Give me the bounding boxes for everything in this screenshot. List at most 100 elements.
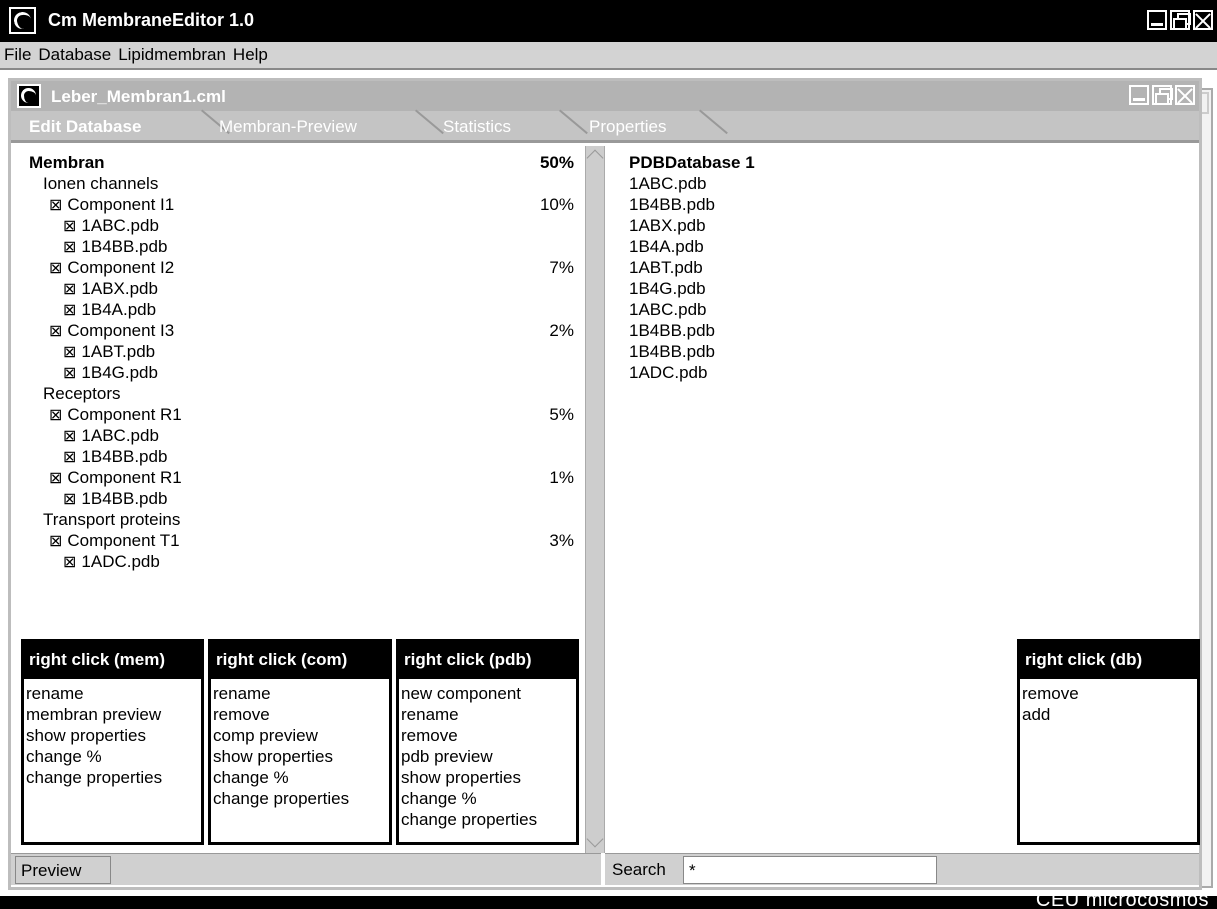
tree-row[interactable]: ⊠ 1B4G.pdb [29,362,574,383]
checkbox-icon[interactable]: ⊠ [63,237,76,258]
database-item[interactable]: 1B4BB.pdb [629,320,755,341]
document-icon[interactable] [17,84,41,108]
checkbox-icon[interactable]: ⊠ [63,342,76,363]
tree-row[interactable]: ⊠ Component I2 7% [29,257,574,278]
scroll-up-icon[interactable] [586,149,604,167]
minimize-icon[interactable] [1147,10,1167,30]
tree-row[interactable]: Ionen channels [29,173,574,194]
checkbox-icon[interactable]: ⊠ [63,447,76,468]
database-item[interactable]: 1ADC.pdb [629,362,755,383]
tree-row-label: 1B4G.pdb [81,363,158,382]
checkbox-icon[interactable]: ⊠ [49,468,62,489]
context-menu-item[interactable]: rename [213,683,387,704]
app-icon[interactable] [9,7,36,34]
checkbox-icon[interactable]: ⊠ [63,552,76,573]
menu-help[interactable]: Help [233,45,268,65]
database-item[interactable]: 1ABX.pdb [629,215,755,236]
context-menu-item[interactable]: change properties [401,809,574,830]
tree-row[interactable]: Membran 50% [29,152,574,173]
tree-row[interactable]: Transport proteins [29,509,574,530]
context-menu-item[interactable]: rename [401,704,574,725]
tree-row[interactable]: ⊠ 1ABT.pdb [29,341,574,362]
tree-row[interactable]: ⊠ Component R1 5% [29,404,574,425]
tree-row[interactable]: ⊠ 1B4BB.pdb [29,488,574,509]
tree-row[interactable]: ⊠ 1ADC.pdb [29,551,574,572]
database-title[interactable]: PDBDatabase 1 [629,152,755,173]
tab-bar: Edit Database Membran-Preview Statistics… [11,109,1199,143]
context-menu-items: remove add [1020,679,1197,725]
search-label: Search [612,860,666,879]
database-item[interactable]: 1ABC.pdb [629,299,755,320]
tree-row[interactable]: ⊠ 1B4BB.pdb [29,236,574,257]
checkbox-icon[interactable]: ⊠ [49,321,62,342]
tree-row[interactable]: ⊠ Component I1 10% [29,194,574,215]
tree-row[interactable]: ⊠ 1ABC.pdb [29,425,574,446]
tree-row[interactable]: ⊠ 1B4A.pdb [29,299,574,320]
context-menu-item[interactable]: show properties [401,767,574,788]
database-item[interactable]: 1B4G.pdb [629,278,755,299]
database-item[interactable]: 1B4BB.pdb [629,194,755,215]
maximize-icon[interactable] [1170,10,1191,30]
preview-button[interactable]: Preview [15,856,111,884]
checkbox-icon[interactable]: ⊠ [63,279,76,300]
checkbox-icon[interactable]: ⊠ [63,216,76,237]
context-menu-item[interactable]: new component [401,683,574,704]
tree-row[interactable]: ⊠ 1ABX.pdb [29,278,574,299]
context-menu-item[interactable]: change % [213,767,387,788]
checkbox-icon[interactable]: ⊠ [49,258,62,279]
context-menu-item[interactable]: change properties [213,788,387,809]
context-menu-item[interactable]: add [1022,704,1195,725]
context-menu-title: right click (com) [211,642,389,679]
tree-row-label: 1ADC.pdb [81,552,160,571]
tree-row-label: 1ABT.pdb [81,342,156,361]
tree-row[interactable]: ⊠ Component I3 2% [29,320,574,341]
tab-edit-database[interactable]: Edit Database [29,113,141,141]
tree-row[interactable]: Receptors [29,383,574,404]
tree-row-label: Transport proteins [43,510,181,529]
membrane-tree: Membran 50% Ionen channels ⊠ Component I1 10%… [29,152,574,572]
checkbox-icon[interactable]: ⊠ [63,300,76,321]
tree-row[interactable]: ⊠ Component R1 1% [29,467,574,488]
scroll-down-icon[interactable] [586,830,604,848]
tab-membran-preview[interactable]: Membran-Preview [219,113,357,141]
database-items: 1ABC.pdb 1B4BB.pdb 1ABX.pdb 1B4A.pdb 1ABT.pd… [629,173,755,383]
close-icon[interactable] [1193,10,1213,30]
context-menu-item[interactable]: change % [26,746,199,767]
tab-statistics[interactable]: Statistics [443,113,511,141]
context-menu-item[interactable]: membran preview [26,704,199,725]
context-menu-item[interactable]: show properties [26,725,199,746]
menu-database[interactable]: Database [38,45,111,65]
context-menu-item[interactable]: comp preview [213,725,387,746]
context-menu-item[interactable]: change properties [26,767,199,788]
vertical-scrollbar[interactable] [585,146,605,853]
checkbox-icon[interactable]: ⊠ [63,363,76,384]
context-menu-item[interactable]: pdb preview [401,746,574,767]
checkbox-icon[interactable]: ⊠ [63,489,76,510]
menu-file[interactable]: File [4,45,31,65]
close-icon[interactable] [1175,85,1195,105]
checkbox-icon[interactable]: ⊠ [49,531,62,552]
context-menu-item[interactable]: remove [401,725,574,746]
checkbox-icon[interactable]: ⊠ [49,195,62,216]
maximize-icon[interactable] [1152,85,1173,105]
tree-row[interactable]: ⊠ 1ABC.pdb [29,215,574,236]
database-item[interactable]: 1ABC.pdb [629,173,755,194]
context-menu-item[interactable]: remove [213,704,387,725]
app-titlebar: Cm MembraneEditor 1.0 [0,0,1217,42]
database-item[interactable]: 1B4BB.pdb [629,341,755,362]
search-input[interactable]: * [683,856,937,884]
tree-row[interactable]: ⊠ 1B4BB.pdb [29,446,574,467]
tab-properties[interactable]: Properties [589,113,666,141]
context-menu-item[interactable]: change % [401,788,574,809]
tree-row[interactable]: ⊠ Component T1 3% [29,530,574,551]
checkbox-icon[interactable]: ⊠ [63,426,76,447]
context-menu-item[interactable]: show properties [213,746,387,767]
database-item[interactable]: 1B4A.pdb [629,236,755,257]
checkbox-icon[interactable]: ⊠ [49,405,62,426]
context-menu-item[interactable]: rename [26,683,199,704]
database-item[interactable]: 1ABT.pdb [629,257,755,278]
menu-lipidmembran[interactable]: Lipidmembran [118,45,226,65]
brand-logo: CEU microcosmos [1035,889,1209,909]
context-menu-item[interactable]: remove [1022,683,1195,704]
minimize-icon[interactable] [1129,85,1149,105]
